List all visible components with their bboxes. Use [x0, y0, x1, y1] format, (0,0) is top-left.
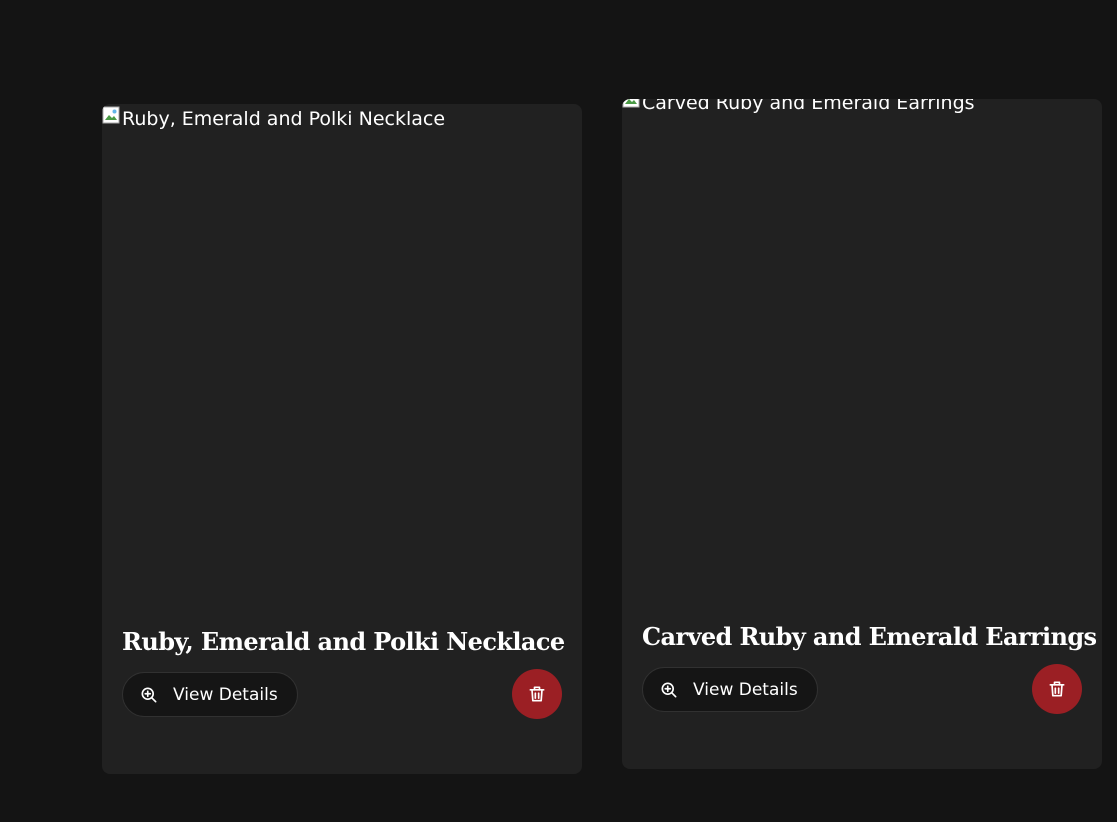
necklace-image: Ruby, Emerald and Polki Necklace [102, 104, 582, 604]
card-title: Carved Ruby and Emerald Earrings [642, 622, 1097, 651]
jewelry-card-earrings: Carved Ruby and Emerald Earrings Carved … [622, 99, 1102, 769]
image-alt-text: Carved Ruby and Emerald Earrings [642, 99, 975, 114]
jewelry-gallery-page: Ruby, Emerald and Polki Necklace Ruby, E… [0, 0, 1117, 822]
broken-image-icon [622, 99, 640, 108]
zoom-in-icon [661, 682, 677, 697]
view-details-button[interactable]: View Details [122, 672, 298, 717]
trash-icon [1049, 681, 1065, 697]
image-alt-text: Ruby, Emerald and Polki Necklace [122, 108, 446, 130]
jewelry-card-necklace: Ruby, Emerald and Polki Necklace Ruby, E… [102, 104, 582, 774]
delete-button[interactable] [512, 669, 562, 719]
view-details-label: View Details [693, 679, 798, 700]
broken-image-icon [102, 106, 120, 124]
zoom-in-icon [141, 687, 157, 702]
view-details-button[interactable]: View Details [642, 667, 818, 712]
delete-button[interactable] [1032, 664, 1082, 714]
trash-icon [529, 686, 545, 702]
view-details-label: View Details [173, 684, 278, 705]
broken-image-placeholder: Carved Ruby and Emerald Earrings [622, 99, 1102, 118]
earrings-image: Carved Ruby and Emerald Earrings [622, 99, 1102, 599]
card-title: Ruby, Emerald and Polki Necklace [122, 627, 565, 656]
broken-image-placeholder: Ruby, Emerald and Polki Necklace [102, 104, 582, 134]
